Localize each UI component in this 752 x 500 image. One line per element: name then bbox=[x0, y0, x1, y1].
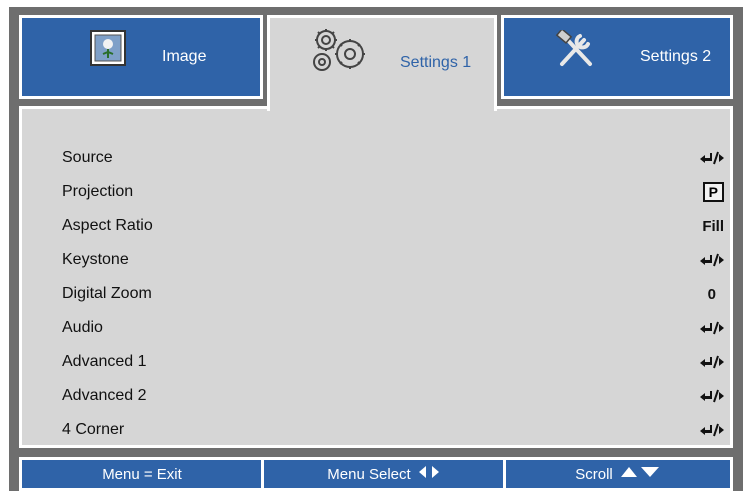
tools-icon bbox=[554, 28, 598, 75]
up-down-arrows-icon bbox=[619, 465, 661, 483]
menu-item-label: Source bbox=[62, 149, 113, 166]
footer-menu-exit: Menu = Exit bbox=[19, 457, 265, 491]
enter-arrow-icon bbox=[698, 150, 724, 166]
projection-value: P bbox=[702, 182, 724, 202]
tab-image-label: Image bbox=[162, 48, 207, 65]
menu-item-digital-zoom[interactable]: Digital Zoom 0 bbox=[62, 277, 724, 311]
menu-item-label: Digital Zoom bbox=[62, 285, 152, 302]
tab-settings-2[interactable]: Settings 2 bbox=[501, 15, 733, 99]
menu-item-label: Keystone bbox=[62, 251, 129, 268]
digital-zoom-value: 0 bbox=[707, 285, 716, 303]
image-icon bbox=[90, 30, 126, 71]
menu-item-audio[interactable]: Audio bbox=[62, 311, 724, 345]
aspect-ratio-value: Fill bbox=[702, 217, 724, 235]
enter-arrow-icon bbox=[698, 422, 724, 438]
tab-settings-2-label: Settings 2 bbox=[640, 48, 712, 65]
footer-scroll-label: Scroll bbox=[575, 465, 613, 483]
footer-scroll: Scroll bbox=[503, 457, 733, 491]
tab-settings-1[interactable]: Settings 1 bbox=[267, 15, 497, 111]
menu-item-source[interactable]: Source bbox=[62, 141, 724, 175]
menu-item-label: Aspect Ratio bbox=[62, 217, 153, 234]
tab-settings-1-label: Settings 1 bbox=[400, 54, 472, 71]
menu-item-advanced-1[interactable]: Advanced 1 bbox=[62, 345, 724, 379]
osd-menu-frame: Image Settings 1 Settings 2 Source Proje… bbox=[9, 7, 743, 491]
enter-arrow-icon bbox=[698, 320, 724, 336]
menu-item-label: Audio bbox=[62, 319, 103, 336]
menu-item-aspect-ratio[interactable]: Aspect Ratio Fill bbox=[62, 209, 724, 243]
enter-arrow-icon bbox=[698, 252, 724, 268]
footer-menu-select: Menu Select bbox=[261, 457, 507, 491]
menu-item-4-corner[interactable]: 4 Corner bbox=[62, 413, 724, 447]
menu-item-advanced-2[interactable]: Advanced 2 bbox=[62, 379, 724, 413]
menu-item-label: Projection bbox=[62, 183, 134, 200]
footer-exit-label: Menu = Exit bbox=[102, 465, 182, 483]
menu-item-projection[interactable]: Projection P bbox=[62, 175, 724, 209]
enter-arrow-icon bbox=[698, 354, 724, 370]
settings-panel: Source Projection P Aspect Ratio Fill Ke… bbox=[19, 106, 733, 448]
gears-icon bbox=[310, 26, 368, 79]
left-right-arrows-icon bbox=[417, 465, 441, 483]
menu-item-keystone[interactable]: Keystone bbox=[62, 243, 724, 277]
menu-item-label: 4 Corner bbox=[62, 421, 125, 438]
tab-image[interactable]: Image bbox=[19, 15, 263, 99]
enter-arrow-icon bbox=[698, 388, 724, 404]
menu-item-label: Advanced 2 bbox=[62, 387, 147, 404]
menu-item-label: Advanced 1 bbox=[62, 353, 147, 370]
footer-select-label: Menu Select bbox=[327, 465, 411, 483]
